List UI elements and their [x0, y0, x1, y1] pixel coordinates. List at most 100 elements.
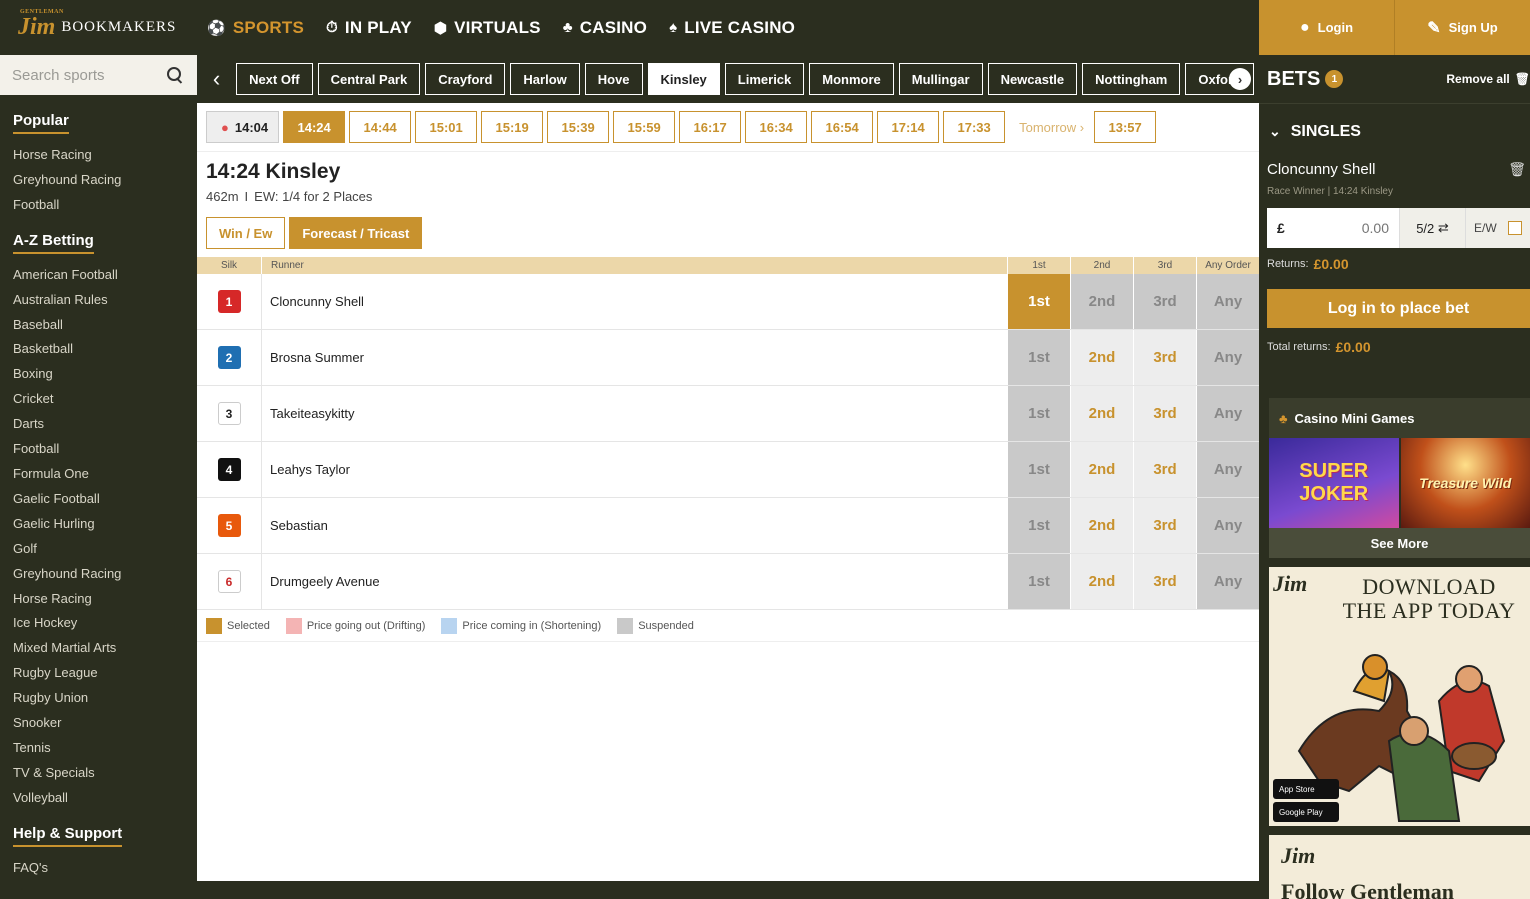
sidebar-item-gaelic-hurling[interactable]: Gaelic Hurling [13, 512, 184, 537]
race-header: 14:24 Kinsley 462m I EW: 1/4 for 2 Places … [197, 152, 1259, 249]
sidebar-item-golf[interactable]: Golf [13, 537, 184, 562]
sidebar-item-australian-rules[interactable]: Australian Rules [13, 288, 184, 313]
race-time-button[interactable]: 15:01 [415, 111, 478, 143]
currency-symbol: £ [1277, 220, 1285, 236]
tab-win-ew[interactable]: Win / Ew [206, 217, 286, 249]
each-way-toggle[interactable]: E/W [1465, 208, 1530, 248]
chevron-left-icon[interactable]: ‹ [197, 55, 236, 103]
delete-bet-icon[interactable]: 🗑 [1508, 161, 1526, 178]
sidebar-item-baseball[interactable]: Baseball [13, 313, 184, 338]
meeting-tab-central-park[interactable]: Central Park [317, 63, 421, 95]
sidebar-item-football[interactable]: Football [13, 193, 184, 218]
game-super-joker[interactable]: SUPER JOKER [1269, 438, 1401, 528]
race-time-button[interactable]: 17:33 [943, 111, 1006, 143]
sidebar-item-darts[interactable]: Darts [13, 412, 184, 437]
singles-toggle[interactable]: ⌄ SINGLES [1259, 103, 1530, 159]
nav-label: CASINO [579, 17, 648, 37]
download-app-banner[interactable]: Jim DOWNLOAD THE APP TODAY App Store Goo… [1269, 567, 1530, 826]
silk-cell: 6 [197, 554, 262, 609]
pick-any-button: Any [1196, 498, 1259, 553]
sidebar-item-greyhound-racing[interactable]: Greyhound Racing [13, 168, 184, 193]
sidebar-item-snooker[interactable]: Snooker [13, 711, 184, 736]
sidebar-item-greyhound-racing[interactable]: Greyhound Racing [13, 562, 184, 587]
nav-sports[interactable]: ⚽ SPORTS [207, 18, 304, 38]
nav-casino[interactable]: ♣ CASINO [563, 18, 647, 38]
nav-in-play[interactable]: ⏱ IN PLAY [326, 18, 412, 38]
sidebar-item-rugby-league[interactable]: Rugby League [13, 661, 184, 686]
sidebar-item-boxing[interactable]: Boxing [13, 362, 184, 387]
pick-first-button[interactable]: 1st [1007, 274, 1070, 329]
sidebar-item-horse-racing[interactable]: Horse Racing [13, 587, 184, 612]
race-time-button[interactable]: 16:17 [679, 111, 742, 143]
meeting-tab-nottingham[interactable]: Nottingham [1082, 63, 1181, 95]
bottom-bar [0, 881, 1259, 899]
app-store-badge[interactable]: App Store [1273, 779, 1339, 799]
sidebar-item-tennis[interactable]: Tennis [13, 736, 184, 761]
nav-live-casino[interactable]: ♠ LIVE CASINO [669, 18, 795, 38]
sidebar-item-cricket[interactable]: Cricket [13, 387, 184, 412]
race-time-button[interactable]: 16:54 [811, 111, 874, 143]
sidebar-item-mixed-martial-arts[interactable]: Mixed Martial Arts [13, 636, 184, 661]
tomorrow-time-button[interactable]: 13:57 [1094, 111, 1157, 143]
sidebar-item-ice-hockey[interactable]: Ice Hockey [13, 611, 184, 636]
race-time-button[interactable]: 15:19 [481, 111, 544, 143]
meeting-tab-monmore[interactable]: Monmore [809, 63, 894, 95]
race-time-button[interactable]: 14:44 [349, 111, 412, 143]
signup-button[interactable]: ✎ Sign Up [1394, 0, 1530, 55]
meeting-tab-newcastle[interactable]: Newcastle [987, 63, 1078, 95]
chevron-right-icon[interactable]: › [1229, 68, 1251, 90]
game-treasure-wild[interactable]: Treasure Wild [1400, 438, 1530, 528]
meeting-tab-hove[interactable]: Hove [584, 63, 643, 95]
follow-banner[interactable]: Jim Follow Gentleman [1269, 835, 1530, 899]
pick-second-button[interactable]: 2nd [1070, 442, 1133, 497]
meeting-tab-crayford[interactable]: Crayford [425, 63, 506, 95]
pick-third-button[interactable]: 3rd [1133, 442, 1196, 497]
race-time-button[interactable]: 14:24 [283, 111, 346, 143]
sidebar-item-faq-s[interactable]: FAQ's [13, 856, 184, 881]
brand-logo[interactable]: GENTLEMAN Jim BOOKMAKERS [0, 0, 197, 55]
meeting-tab-kinsley[interactable]: Kinsley [647, 63, 720, 95]
legend-item: Price coming in (Shortening) [441, 617, 601, 634]
nav-virtuals[interactable]: ⬢ VIRTUALS [434, 18, 541, 38]
sidebar-item-horse-racing[interactable]: Horse Racing [13, 143, 184, 168]
race-time-button[interactable]: 17:14 [877, 111, 940, 143]
sidebar-item-volleyball[interactable]: Volleyball [13, 786, 184, 811]
pick-third-button[interactable]: 3rd [1133, 330, 1196, 385]
sidebar-item-rugby-union[interactable]: Rugby Union [13, 686, 184, 711]
odds-toggle[interactable]: 5/2 ⇄ [1399, 208, 1465, 248]
pick-second-button[interactable]: 2nd [1070, 386, 1133, 441]
search-input[interactable] [12, 66, 152, 84]
bet-selection: Cloncunny Shell 🗑 [1259, 161, 1530, 178]
pick-second-button[interactable]: 2nd [1070, 554, 1133, 609]
pick-third-button[interactable]: 3rd [1133, 386, 1196, 441]
meeting-tab-next-off[interactable]: Next Off [236, 63, 313, 95]
meeting-tab-limerick[interactable]: Limerick [724, 63, 805, 95]
sidebar-item-tv-specials[interactable]: TV & Specials [13, 761, 184, 786]
race-time-button[interactable]: 16:34 [745, 111, 808, 143]
pick-second-button[interactable]: 2nd [1070, 498, 1133, 553]
pick-third-button[interactable]: 3rd [1133, 498, 1196, 553]
sidebar-item-american-football[interactable]: American Football [13, 263, 184, 288]
tab-forecast-tricast[interactable]: Forecast / Tricast [289, 217, 423, 249]
sidebar-item-gaelic-football[interactable]: Gaelic Football [13, 487, 184, 512]
each-way-checkbox[interactable] [1508, 221, 1522, 235]
race-info: 462m I EW: 1/4 for 2 Places [206, 189, 373, 204]
place-bet-button[interactable]: Log in to place bet [1267, 289, 1530, 328]
google-play-badge[interactable]: Google Play [1273, 802, 1339, 822]
race-time-button[interactable]: 15:59 [613, 111, 676, 143]
remove-all-button[interactable]: Remove all 🗑 [1446, 72, 1530, 86]
pick-third-button[interactable]: 3rd [1133, 554, 1196, 609]
az-section: A-Z Betting American Football Australian … [0, 218, 197, 811]
sidebar-item-formula-one[interactable]: Formula One [13, 462, 184, 487]
sidebar-item-basketball[interactable]: Basketball [13, 337, 184, 362]
pick-second-button[interactable]: 2nd [1070, 330, 1133, 385]
stake-input[interactable] [1285, 208, 1399, 248]
login-button[interactable]: ● Login [1259, 0, 1394, 55]
meeting-tab-harlow[interactable]: Harlow [510, 63, 580, 95]
meeting-tab-mullingar[interactable]: Mullingar [898, 63, 983, 95]
tomorrow-link[interactable]: Tomorrow › [1019, 120, 1084, 135]
see-more-button[interactable]: See More [1269, 528, 1530, 558]
sidebar-item-football[interactable]: Football [13, 437, 184, 462]
race-time-button[interactable]: 15:39 [547, 111, 610, 143]
search-icon[interactable] [167, 67, 183, 83]
